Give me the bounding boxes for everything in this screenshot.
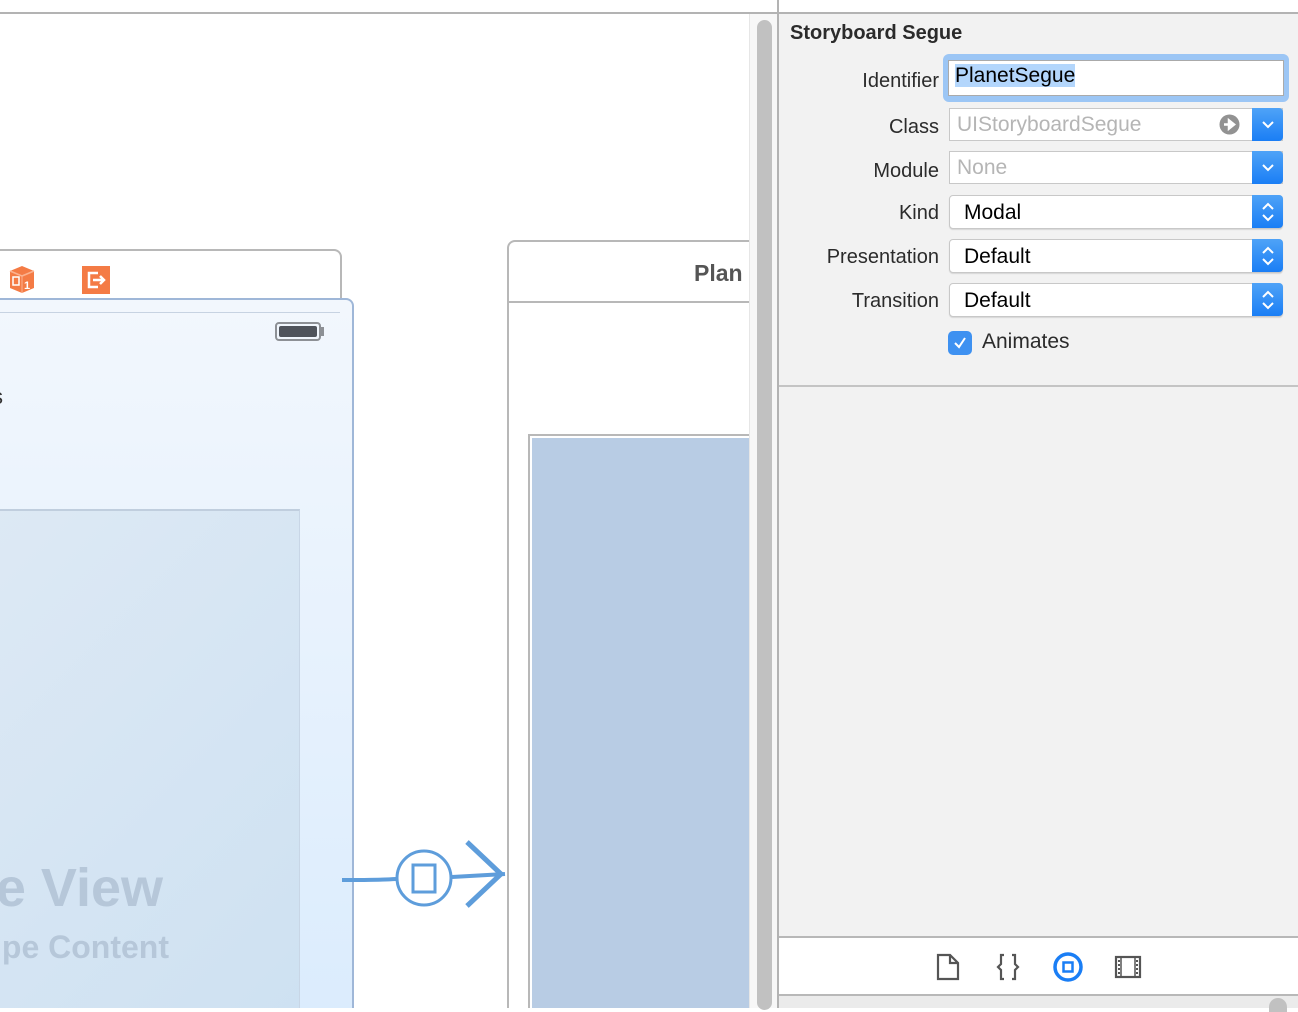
source-title: e View xyxy=(0,858,163,918)
presentation-popup[interactable]: Default xyxy=(949,239,1283,273)
module-placeholder: None xyxy=(957,156,1008,179)
library-tab-bar xyxy=(779,936,1298,996)
chevron-down-icon xyxy=(1261,120,1274,128)
media-library-tab[interactable] xyxy=(1108,947,1148,987)
media-library-icon xyxy=(1114,955,1142,979)
up-down-chevron-icon xyxy=(1261,202,1274,221)
animates-checkbox[interactable] xyxy=(948,331,972,355)
module-combobox[interactable]: None xyxy=(949,151,1283,184)
module-dropdown-button[interactable] xyxy=(1252,151,1283,184)
code-snippet-icon xyxy=(996,953,1020,981)
storyboard-canvas[interactable]: 1 s e View pe Content Plan xyxy=(0,0,750,1008)
identifier-field[interactable]: PlanetSegue xyxy=(948,60,1284,96)
destination-scene-title: Plan xyxy=(694,260,743,286)
kind-popup[interactable]: Modal xyxy=(949,195,1283,229)
library-content-area xyxy=(779,996,1298,1008)
transition-value: Default xyxy=(964,289,1031,312)
kind-label: Kind xyxy=(898,202,939,224)
chevron-down-icon xyxy=(1261,163,1274,171)
animates-label[interactable]: Animates xyxy=(982,330,1070,354)
up-down-chevron-icon xyxy=(1261,246,1274,265)
file-template-library-tab[interactable] xyxy=(928,947,968,987)
exit-icon[interactable] xyxy=(82,266,110,294)
source-subtitle: pe Content xyxy=(1,929,169,965)
presentation-label: Presentation xyxy=(826,246,939,268)
svg-text:1: 1 xyxy=(24,280,30,292)
object-library-icon xyxy=(1053,952,1083,982)
attributes-inspector: Storyboard Segue Identifier PlanetSegue … xyxy=(779,14,1298,1012)
class-dropdown-button[interactable] xyxy=(1252,108,1283,141)
scrollbar-thumb[interactable] xyxy=(757,20,772,1010)
destination-content-view[interactable] xyxy=(528,434,750,1008)
kind-value: Modal xyxy=(964,201,1022,224)
identifier-value: PlanetSegue xyxy=(955,64,1076,87)
navigate-arrow-icon[interactable] xyxy=(1219,114,1240,135)
class-label: Class xyxy=(888,116,939,138)
battery-icon xyxy=(275,322,321,341)
class-combobox[interactable]: UIStoryboardSegue xyxy=(949,108,1283,141)
class-placeholder: UIStoryboardSegue xyxy=(957,113,1142,136)
transition-popup[interactable]: Default xyxy=(949,283,1283,317)
first-responder-cube-icon[interactable]: 1 xyxy=(7,264,37,294)
source-content-view[interactable]: e View pe Content xyxy=(0,509,300,1008)
checkmark-icon xyxy=(954,337,966,349)
section-title: Storyboard Segue xyxy=(790,22,963,44)
identifier-label: Identifier xyxy=(862,70,939,92)
transition-label: Transition xyxy=(851,290,939,312)
modal-segue-icon[interactable] xyxy=(394,848,454,908)
code-snippet-library-tab[interactable] xyxy=(988,947,1028,987)
source-partial-label: s xyxy=(0,384,3,410)
library-scrollbar[interactable] xyxy=(1269,998,1287,1012)
module-label: Module xyxy=(873,160,939,182)
up-down-chevron-icon xyxy=(1261,290,1274,309)
object-library-tab[interactable] xyxy=(1048,947,1088,987)
presentation-value: Default xyxy=(964,245,1031,268)
canvas-vertical-scrollbar[interactable] xyxy=(749,14,777,1010)
file-template-icon xyxy=(936,953,960,981)
